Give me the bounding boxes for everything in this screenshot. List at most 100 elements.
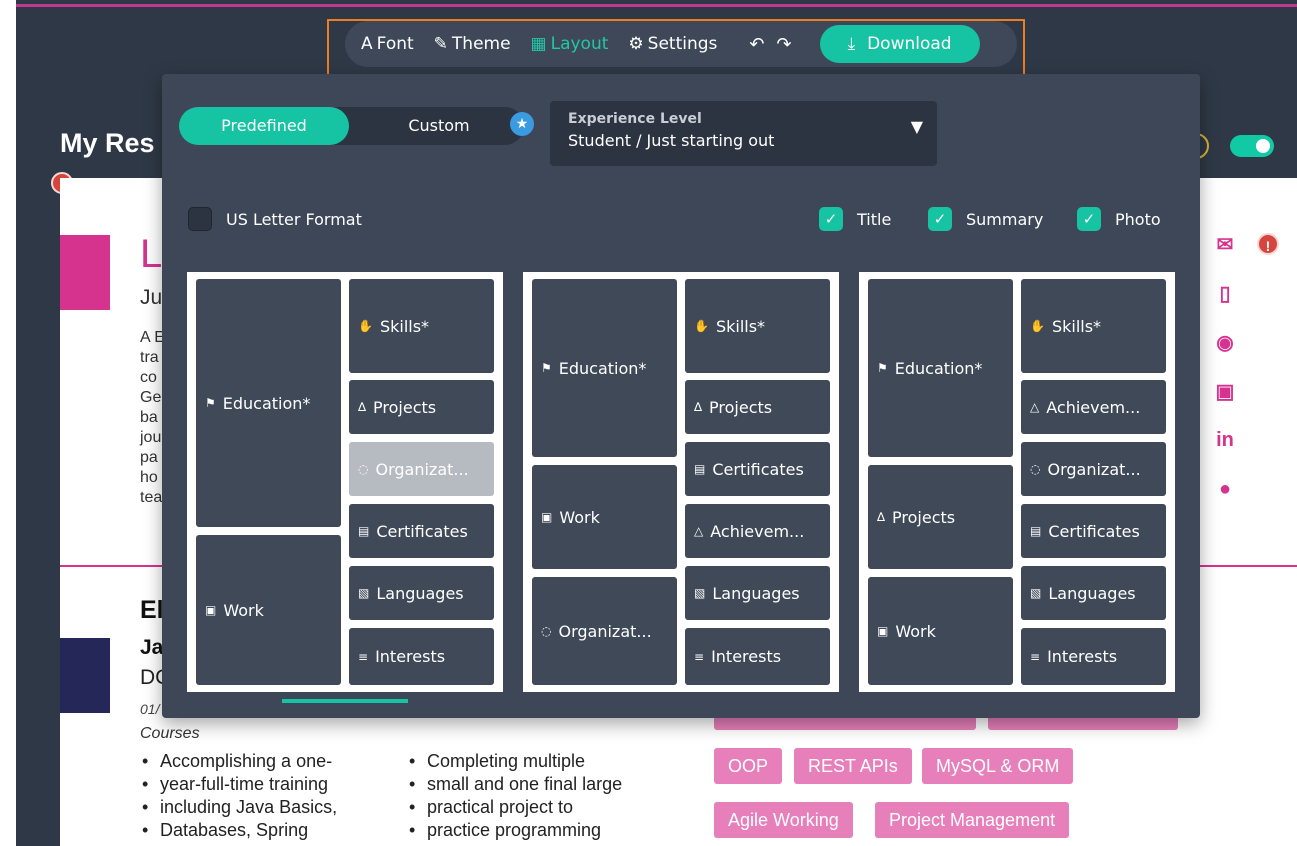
premium-star-icon: ★ [510, 112, 534, 136]
experience-level-select[interactable]: Experience Level Student / Just starting… [550, 101, 937, 166]
download-button[interactable]: ⤓ Download [819, 25, 980, 63]
interests-icon: ≡ [1030, 649, 1041, 664]
font-label: Font [376, 34, 414, 54]
caret-down-icon: ▼ [910, 117, 923, 136]
redo-icon[interactable]: ↷ [776, 34, 791, 55]
layout-block: ✋ Skills* [685, 279, 830, 373]
layout-block: ▤ Certificates [349, 504, 494, 558]
photo-checkbox[interactable]: ✓ [1077, 207, 1101, 231]
experience-heading: El [140, 596, 164, 624]
bullet-line: Accomplishing a one- [140, 750, 337, 773]
job-date: 01/ [140, 701, 160, 717]
bullet-line: including Java Basics, [140, 796, 337, 819]
bullet-line: small and one final large [407, 773, 622, 796]
custom-tab[interactable]: Custom [354, 107, 524, 145]
resume-subtitle: Ju [140, 286, 163, 309]
contact-icons: ✉ ▯ ◉ ▣ in ● [1210, 232, 1240, 526]
theme-brush-icon: ✎ [433, 34, 448, 54]
linkedin-icon[interactable]: in [1210, 428, 1240, 452]
certificate-icon: ▤ [694, 462, 706, 476]
layout-block: ≡ Interests [349, 628, 494, 685]
summary-checkbox[interactable]: ✓ [928, 207, 952, 231]
block-label: Languages [712, 583, 800, 603]
organization-icon: ◌ [1030, 462, 1041, 476]
skill-tag: MySQL & ORM [922, 748, 1074, 784]
font-button[interactable]: A Font [361, 34, 414, 54]
layout-label: Layout [550, 34, 609, 54]
us-letter-label: US Letter Format [226, 209, 362, 229]
us-letter-checkbox[interactable] [188, 207, 212, 231]
block-label: Languages [1048, 583, 1136, 603]
settings-label: Settings [647, 34, 718, 54]
courses-label: Courses [140, 725, 200, 742]
interests-icon: ≡ [358, 649, 369, 664]
bullet-line: Completing multiple [407, 750, 622, 773]
organization-icon: ◌ [358, 462, 369, 476]
github-icon[interactable]: ● [1210, 477, 1240, 501]
location-pin-icon[interactable]: ◉ [1210, 330, 1240, 354]
layout-option-3[interactable]: ⚑ Education* ∆ Projects ▣ Work ✋ Skills* △ Ac… [859, 272, 1175, 692]
work-briefcase-icon: ▣ [205, 603, 217, 617]
work-briefcase-icon: ▣ [877, 624, 889, 638]
photo-option[interactable]: ✓ Photo [1077, 207, 1161, 231]
block-label: Projects [892, 507, 956, 527]
layout-option-1[interactable]: ⚑ Education* ▣ Work ✋ Skills* ∆ Projects ◌ Or… [187, 272, 503, 692]
layout-block: ✋ Skills* [349, 279, 494, 373]
layout-block: ◌ Organizat... [532, 577, 677, 685]
theme-label: Theme [451, 34, 511, 54]
us-letter-option[interactable]: US Letter Format [188, 207, 362, 231]
layout-option-2[interactable]: ⚑ Education* ▣ Work ◌ Organizat... ✋ Skills*… [523, 272, 839, 692]
layout-block: ∆ Projects [349, 380, 494, 434]
block-label: Work [895, 621, 936, 641]
title-checkbox[interactable]: ✓ [819, 207, 843, 231]
block-label: Certificates [712, 459, 804, 479]
layout-block: ▤ Certificates [1021, 504, 1166, 558]
predefined-tab[interactable]: Predefined [179, 107, 349, 145]
layout-block: ▣ Work [196, 535, 341, 685]
interests-icon: ≡ [694, 649, 705, 664]
experience-level-value: Student / Just starting out [568, 131, 775, 150]
block-label: Achievem... [1046, 397, 1141, 417]
bullet-line: Databases, Spring [140, 819, 337, 842]
summary-option[interactable]: ✓ Summary [928, 207, 1043, 231]
selected-layout-indicator [282, 699, 408, 703]
website-icon[interactable]: ▣ [1210, 379, 1240, 403]
block-label: Interests [375, 647, 446, 666]
phone-icon[interactable]: ▯ [1210, 281, 1240, 305]
languages-icon: ▧ [358, 586, 370, 600]
theme-button[interactable]: ✎ Theme [434, 34, 511, 54]
certificate-icon: ▤ [358, 524, 370, 538]
header-accent-block [60, 235, 110, 310]
block-label: Education* [558, 358, 647, 378]
block-label: Work [559, 507, 600, 527]
bullet-line: practice programming [407, 819, 622, 842]
settings-button[interactable]: ⚙ Settings [628, 34, 717, 54]
layout-block: ≡ Interests [685, 628, 830, 685]
layout-block: △ Achievem... [1021, 380, 1166, 434]
work-briefcase-icon: ▣ [541, 510, 553, 524]
preview-toggle[interactable] [1230, 135, 1274, 157]
layout-block: ▣ Work [868, 577, 1013, 685]
bullet-line: year-full-time training [140, 773, 337, 796]
achievements-icon: △ [694, 524, 704, 538]
contact-error-badge-icon[interactable]: ! [1257, 233, 1279, 255]
email-icon[interactable]: ✉ [1210, 232, 1240, 256]
title-option[interactable]: ✓ Title [819, 207, 891, 231]
layout-block: ⚑ Education* [868, 279, 1013, 457]
layout-block: ⚑ Education* [196, 279, 341, 527]
skill-tag: Project Management [875, 802, 1070, 838]
resume-name: L [140, 232, 163, 276]
layout-panel: Predefined Custom ★ Experience Level Stu… [162, 74, 1200, 718]
layout-block: ∆ Projects [868, 465, 1013, 569]
block-label: Education* [894, 358, 983, 378]
layout-mode-switch: Predefined Custom [179, 107, 524, 145]
block-label: Skills* [379, 316, 430, 336]
block-label: Languages [376, 583, 464, 603]
education-flag-icon: ⚑ [205, 396, 216, 410]
organization-icon: ◌ [541, 624, 552, 638]
education-flag-icon: ⚑ [877, 361, 888, 375]
undo-icon[interactable]: ↶ [749, 34, 764, 55]
layout-button[interactable]: ▦ Layout [531, 34, 609, 54]
skill-tag: OOP [714, 748, 783, 784]
block-label: Projects [373, 397, 437, 417]
